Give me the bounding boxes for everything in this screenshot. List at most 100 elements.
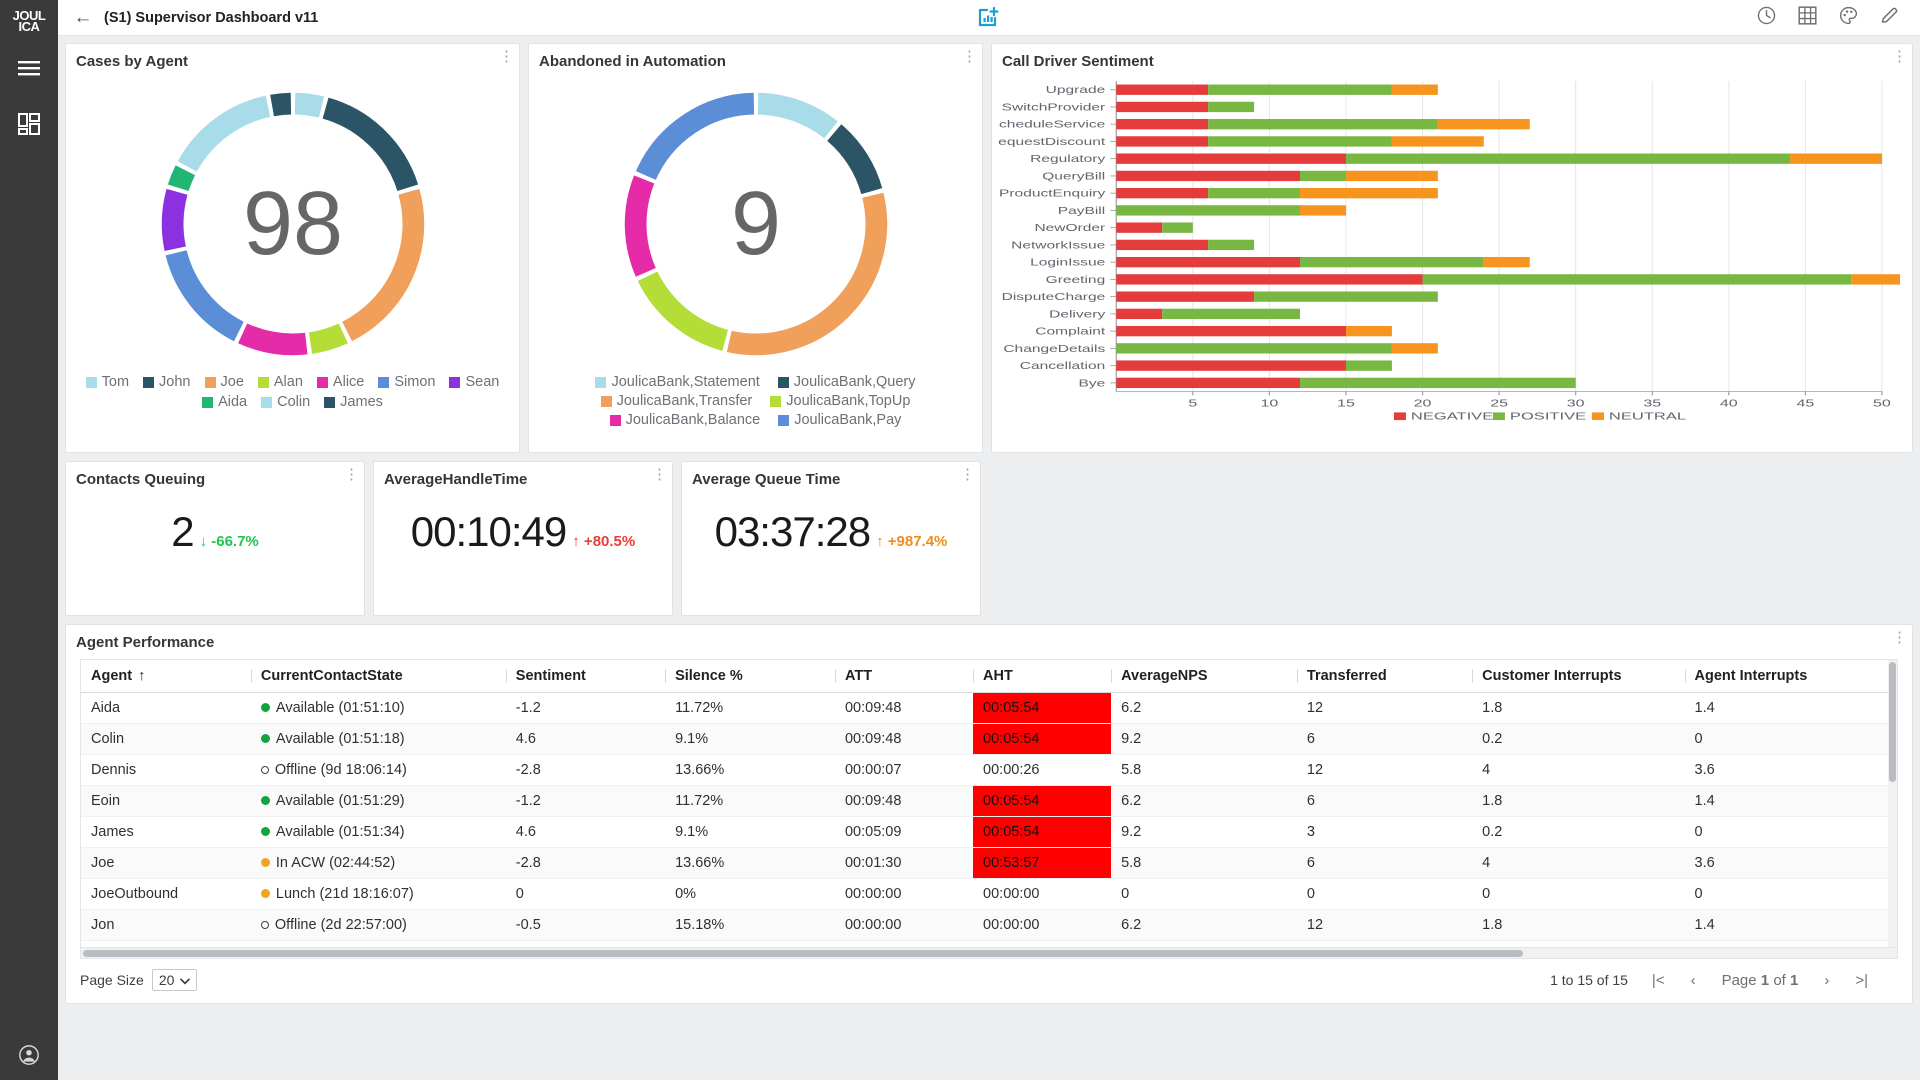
table-header-silence[interactable]: Silence %	[665, 660, 835, 693]
table-header-averagenps[interactable]: AverageNPS	[1111, 660, 1297, 693]
table-row[interactable]: Joe In ACW (02:44:52) -2.8 13.66% 00:01:30 00…	[81, 847, 1897, 879]
table-header-aht[interactable]: AHT	[973, 660, 1112, 693]
donut-segment[interactable]	[635, 92, 754, 181]
bar-segment[interactable]	[1116, 119, 1209, 130]
legend-item[interactable]: Aida	[202, 394, 247, 410]
table-header-currentcontactstate[interactable]: CurrentContactState	[250, 660, 506, 693]
bar-segment[interactable]	[1851, 274, 1920, 285]
donut-segment[interactable]	[757, 92, 838, 139]
table-vertical-scroll-thumb[interactable]	[1889, 662, 1896, 782]
legend-item[interactable]: JoulicaBank,TopUp	[770, 393, 910, 409]
donut-segment[interactable]	[161, 188, 188, 251]
table-vertical-scrollbar[interactable]	[1888, 660, 1897, 947]
donut-segment[interactable]	[294, 92, 324, 118]
table-row[interactable]: Aida Available (01:51:10) -1.2 11.72% 00:09:…	[81, 692, 1897, 724]
add-chart-icon[interactable]	[976, 5, 1002, 31]
bar-segment[interactable]	[1116, 360, 1346, 371]
legend-item[interactable]: John	[143, 374, 191, 390]
column-divider[interactable]	[505, 669, 507, 683]
bar-segment[interactable]	[1208, 84, 1392, 95]
table-header-agent[interactable]: Agent ↑	[81, 660, 251, 693]
widget-menu-button[interactable]: ⋮	[652, 467, 667, 482]
column-divider[interactable]	[665, 669, 667, 683]
donut-segment[interactable]	[826, 124, 882, 195]
bar-segment[interactable]	[1391, 136, 1484, 147]
table-header-sentiment[interactable]: Sentiment	[505, 660, 666, 693]
hamburger-menu-icon[interactable]	[9, 48, 49, 88]
bar-segment[interactable]	[1116, 136, 1209, 147]
chart-legend-label[interactable]: NEGATIVE	[1411, 410, 1493, 422]
grid-icon[interactable]	[1797, 5, 1818, 31]
widget-menu-button[interactable]: ⋮	[499, 49, 514, 64]
clock-icon[interactable]	[1756, 5, 1777, 31]
bar-segment[interactable]	[1483, 256, 1530, 268]
widget-menu-button[interactable]: ⋮	[960, 467, 975, 482]
bar-segment[interactable]	[1345, 170, 1438, 182]
table-row[interactable]: Dennis Offline (9d 18:06:14) -2.8 13.66% 00:…	[81, 754, 1897, 786]
back-button[interactable]: ←	[66, 8, 100, 27]
table-header-agent-interrupts[interactable]: Agent Interrupts	[1684, 660, 1897, 693]
bar-segment[interactable]	[1116, 84, 1209, 95]
bar-segment[interactable]	[1116, 222, 1163, 233]
bar-segment[interactable]	[1345, 325, 1392, 337]
bar-segment[interactable]	[1208, 239, 1255, 251]
legend-item[interactable]: Simon	[378, 374, 435, 390]
donut-segment[interactable]	[269, 92, 291, 117]
bar-segment[interactable]	[1116, 291, 1255, 302]
legend-item[interactable]: JoulicaBank,Pay	[778, 412, 901, 428]
table-row[interactable]: JoeOutbound Lunch (21d 18:16:07) 0 0% 00:00:…	[81, 878, 1897, 910]
bar-segment[interactable]	[1208, 136, 1392, 147]
widget-menu-button[interactable]: ⋮	[1892, 630, 1907, 645]
bar-segment[interactable]	[1116, 205, 1301, 216]
bar-segment[interactable]	[1300, 205, 1346, 216]
column-divider[interactable]	[250, 669, 252, 683]
pencil-icon[interactable]	[1879, 5, 1900, 31]
first-page-button[interactable]: |<	[1652, 972, 1665, 989]
next-page-button[interactable]: ›	[1824, 972, 1829, 989]
bar-segment[interactable]	[1208, 187, 1301, 199]
bar-segment[interactable]	[1116, 377, 1301, 389]
table-header-att[interactable]: ATT	[834, 660, 974, 693]
donut-segment[interactable]	[308, 323, 348, 354]
donut-segment[interactable]	[637, 271, 728, 351]
column-divider[interactable]	[834, 669, 836, 683]
table-header-transferred[interactable]: Transferred	[1296, 660, 1473, 693]
bar-segment[interactable]	[1116, 239, 1209, 251]
donut-segment[interactable]	[237, 323, 307, 356]
bar-segment[interactable]	[1300, 170, 1346, 182]
bar-segment[interactable]	[1790, 153, 1882, 164]
donut-segment[interactable]	[165, 249, 244, 342]
donut-segment[interactable]	[177, 95, 270, 172]
bar-segment[interactable]	[1116, 308, 1163, 320]
legend-item[interactable]: Alice	[316, 374, 364, 390]
donut-segment[interactable]	[341, 188, 424, 342]
column-divider[interactable]	[1296, 669, 1298, 683]
bar-segment[interactable]	[1116, 343, 1392, 354]
table-header-customer-interrupts[interactable]: Customer Interrupts	[1472, 660, 1685, 693]
chart-legend-label[interactable]: NEUTRAL	[1609, 410, 1686, 422]
column-divider[interactable]	[973, 669, 975, 683]
table-row[interactable]: James Available (01:51:34) 4.6 9.1% 00:05:09…	[81, 816, 1897, 848]
bar-segment[interactable]	[1422, 274, 1852, 285]
bar-segment[interactable]	[1116, 101, 1209, 113]
bar-segment[interactable]	[1116, 274, 1423, 285]
widget-menu-button[interactable]: ⋮	[1892, 49, 1907, 64]
last-page-button[interactable]: >|	[1855, 972, 1868, 989]
table-horizontal-scroll-thumb[interactable]	[83, 950, 1523, 957]
donut-segment[interactable]	[624, 175, 656, 277]
bar-segment[interactable]	[1116, 325, 1346, 337]
bar-segment[interactable]	[1116, 187, 1209, 199]
bar-segment[interactable]	[1345, 360, 1392, 371]
dashboard-grid-icon[interactable]	[9, 104, 49, 144]
bar-segment[interactable]	[1300, 256, 1484, 268]
legend-item[interactable]: Colin	[261, 394, 310, 410]
bar-segment[interactable]	[1300, 377, 1576, 389]
bar-segment[interactable]	[1208, 101, 1255, 113]
legend-item[interactable]: Joe	[204, 374, 244, 390]
legend-item[interactable]: Tom	[85, 374, 129, 390]
legend-item[interactable]: JoulicaBank,Transfer	[600, 393, 752, 409]
legend-item[interactable]: Sean	[449, 374, 499, 390]
legend-item[interactable]: JoulicaBank,Balance	[609, 412, 760, 428]
legend-item[interactable]: James	[324, 394, 383, 410]
widget-menu-button[interactable]: ⋮	[344, 467, 359, 482]
